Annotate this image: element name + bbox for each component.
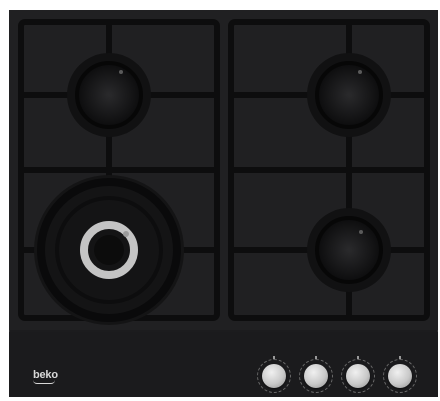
burner-icon — [67, 53, 151, 137]
wok-burner-icon — [34, 175, 184, 325]
control-panel: beko — [9, 332, 438, 397]
control-knob-4[interactable] — [383, 356, 417, 393]
burner-icon — [307, 208, 391, 292]
burner-icon — [307, 53, 391, 137]
brand-logo: beko — [33, 369, 58, 384]
gas-hob: beko — [9, 10, 438, 397]
control-knob-3[interactable] — [341, 356, 375, 393]
cooktop-glass — [9, 10, 438, 330]
control-knob-2[interactable] — [299, 356, 333, 393]
control-knob-1[interactable] — [257, 356, 291, 393]
